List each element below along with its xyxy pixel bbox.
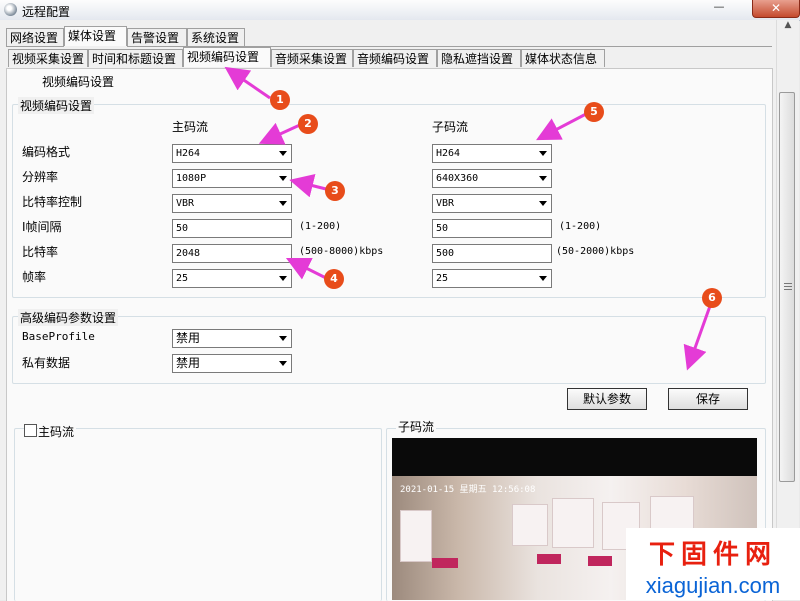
main-codec-select[interactable]: H264: [172, 144, 292, 163]
select-value: VBR: [176, 198, 195, 209]
sub-iframe-interval-input[interactable]: 50: [432, 219, 552, 238]
select-value: H264: [436, 148, 461, 159]
default-params-button[interactable]: 默认参数: [567, 388, 647, 410]
annotation-badge-3: 3: [325, 181, 345, 201]
row-label-framerate: 帧率: [22, 270, 47, 284]
page-heading: 视频编码设置: [42, 75, 115, 89]
tab-system[interactable]: 系统设置: [187, 28, 245, 46]
watermark-en: xiagujian.com: [645, 573, 781, 598]
subtab-video-encoding[interactable]: 视频编码设置: [183, 47, 271, 67]
row-label-bitrate-control: 比特率控制: [22, 195, 83, 209]
dropdown-arrow-icon: [539, 151, 547, 156]
scroll-thumb[interactable]: [779, 92, 795, 482]
subtab-video-capture[interactable]: 视频采集设置: [8, 49, 88, 67]
select-value: 1080P: [176, 173, 207, 184]
dropdown-arrow-icon: [279, 176, 287, 181]
save-button[interactable]: 保存: [668, 388, 748, 410]
private-data-select[interactable]: 禁用: [172, 354, 292, 373]
video-object: [552, 498, 594, 548]
advanced-group-title: 高级编码参数设置: [18, 309, 119, 326]
main-iframe-range: (1-200): [299, 221, 342, 232]
subtab-audio-encoding[interactable]: 音频编码设置: [353, 49, 437, 67]
tab-alarm[interactable]: 告警设置: [127, 28, 187, 46]
main-iframe-interval-input[interactable]: 50: [172, 219, 292, 238]
video-object: [512, 504, 548, 546]
video-object: [432, 558, 458, 568]
main-stream-header: 主码流: [172, 120, 209, 134]
dropdown-arrow-icon: [279, 361, 287, 366]
select-value: 禁用: [176, 331, 201, 345]
sub-preview-label: 子码流: [396, 418, 437, 435]
sub-bitrate-range: (50-2000)kbps: [556, 246, 635, 257]
scroll-up-icon[interactable]: ▲: [779, 20, 797, 37]
dropdown-arrow-icon: [279, 151, 287, 156]
subtab-audio-capture[interactable]: 音频采集设置: [271, 49, 353, 67]
main-bitrate-control-select[interactable]: VBR: [172, 194, 292, 213]
select-value: VBR: [436, 198, 455, 209]
video-object: [400, 510, 432, 562]
row-label-codec: 编码格式: [22, 145, 71, 159]
window-titlebar: 远程配置 — ✕: [0, 0, 800, 21]
vertical-scrollbar[interactable]: ▲: [776, 20, 799, 600]
select-value: 25: [436, 273, 449, 284]
close-button[interactable]: ✕: [752, 0, 800, 18]
scroll-grip-icon: [784, 283, 792, 284]
select-value: 禁用: [176, 356, 201, 370]
watermark-cn: 下固件网: [648, 540, 777, 570]
sub-codec-select[interactable]: H264: [432, 144, 552, 163]
tab-divider: [6, 46, 64, 47]
advanced-groupbox: [12, 316, 766, 384]
sub-resolution-select[interactable]: 640X360: [432, 169, 552, 188]
annotation-badge-5: 5: [584, 102, 604, 122]
main-bitrate-range: (500-8000)kbps: [299, 246, 384, 257]
main-stream-checkbox[interactable]: [24, 424, 37, 437]
dropdown-arrow-icon: [279, 336, 287, 341]
minimize-button[interactable]: —: [708, 0, 730, 16]
sub-bitrate-control-select[interactable]: VBR: [432, 194, 552, 213]
select-value: 640X360: [436, 173, 479, 184]
encoding-group-title: 视频编码设置: [18, 97, 95, 114]
main-bitrate-input[interactable]: 2048: [172, 244, 292, 263]
main-stream-checkbox-label: 主码流: [38, 423, 77, 440]
dropdown-arrow-icon: [279, 201, 287, 206]
subtab-media-status[interactable]: 媒体状态信息: [521, 49, 605, 67]
video-osd-timestamp: 2021-01-15 星期五 12:56:08: [400, 485, 536, 495]
video-object: [588, 556, 612, 566]
subtab-time-title[interactable]: 时间和标题设置: [88, 49, 183, 67]
main-framerate-select[interactable]: 25: [172, 269, 292, 288]
main-resolution-select[interactable]: 1080P: [172, 169, 292, 188]
dropdown-arrow-icon: [279, 276, 287, 281]
sub-iframe-range: (1-200): [559, 221, 602, 232]
app-icon: [4, 3, 17, 16]
dropdown-arrow-icon: [539, 201, 547, 206]
main-preview-groupbox: [14, 428, 382, 601]
row-label-bitrate: 比特率: [22, 245, 59, 259]
tab-network[interactable]: 网络设置: [6, 28, 64, 46]
dropdown-arrow-icon: [539, 276, 547, 281]
annotation-badge-6: 6: [702, 288, 722, 308]
subtab-privacy-mask[interactable]: 隐私遮挡设置: [437, 49, 521, 67]
baseprofile-select[interactable]: 禁用: [172, 329, 292, 348]
encoding-groupbox: [12, 104, 766, 298]
annotation-badge-1: 1: [270, 90, 290, 110]
watermark: 下固件网 xiagujian.com: [626, 528, 800, 600]
row-label-iframe-interval: I帧间隔: [22, 220, 62, 234]
sub-framerate-select[interactable]: 25: [432, 269, 552, 288]
tab-media[interactable]: 媒体设置: [64, 26, 127, 46]
sub-bitrate-input[interactable]: 500: [432, 244, 552, 263]
annotation-badge-4: 4: [324, 269, 344, 289]
sub-stream-header: 子码流: [432, 120, 469, 134]
dropdown-arrow-icon: [539, 176, 547, 181]
video-object: [537, 554, 561, 564]
window-title: 远程配置: [22, 5, 71, 19]
row-label-resolution: 分辨率: [22, 170, 59, 184]
private-data-label: 私有数据: [22, 356, 71, 370]
baseprofile-label: BaseProfile: [22, 330, 95, 343]
select-value: H264: [176, 148, 201, 159]
select-value: 25: [176, 273, 189, 284]
annotation-badge-2: 2: [298, 114, 318, 134]
